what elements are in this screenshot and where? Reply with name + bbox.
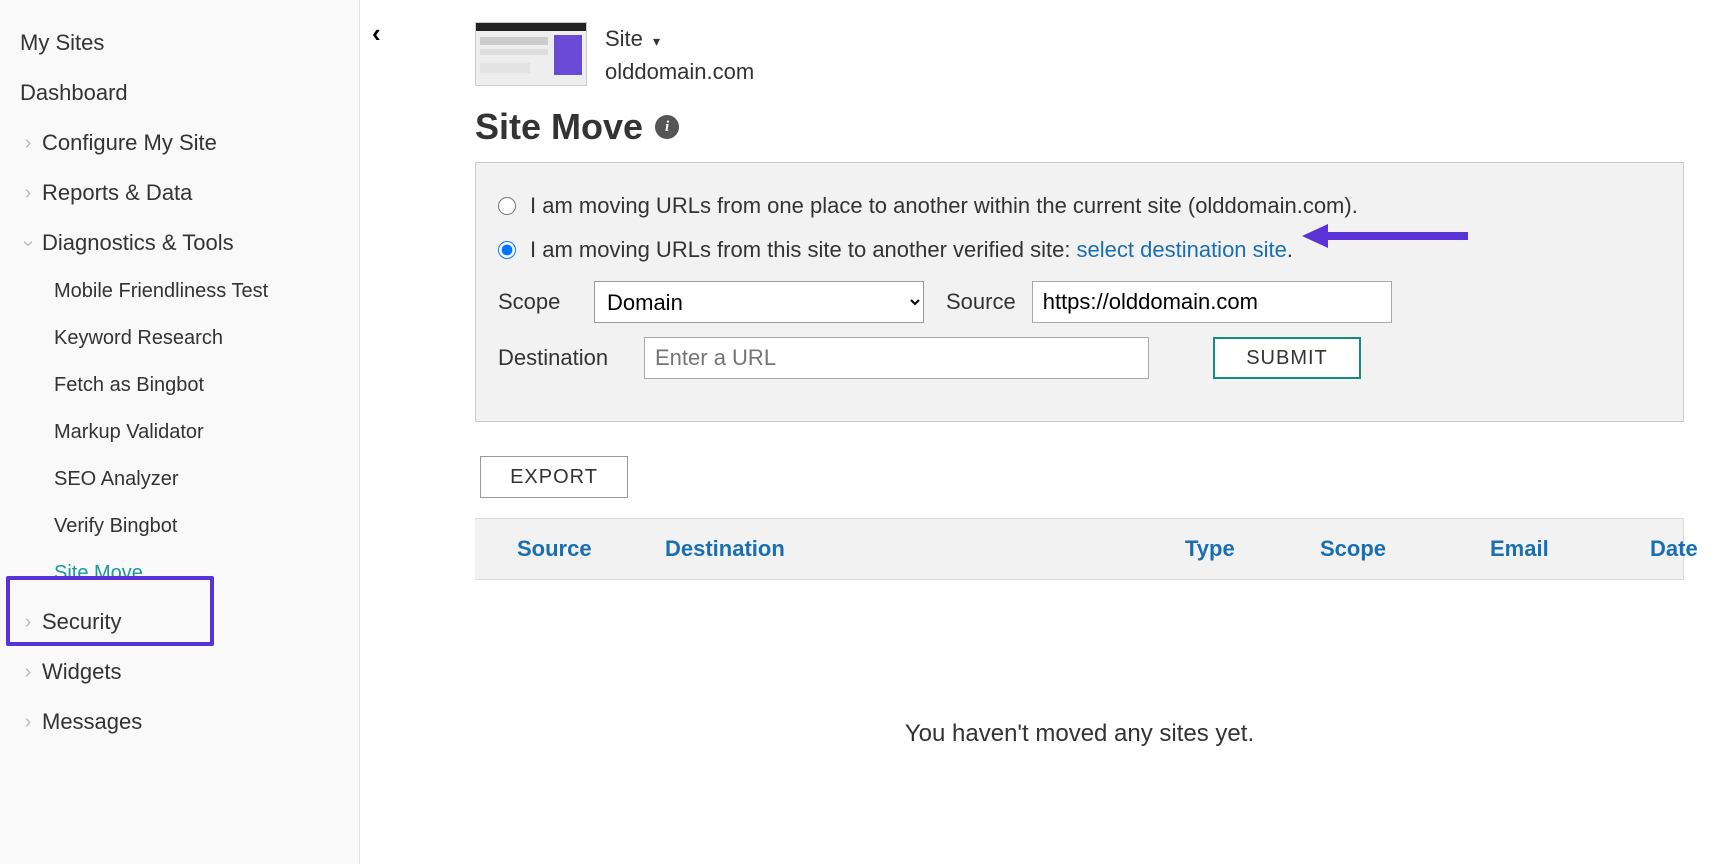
nav-label: Dashboard — [20, 80, 128, 106]
nav-reports[interactable]: › Reports & Data — [0, 168, 359, 218]
sidebar: My Sites Dashboard › Configure My Site ›… — [0, 0, 360, 864]
page-title-text: Site Move — [475, 106, 643, 148]
moves-table-header: Source Destination Type Scope Email Date — [475, 518, 1684, 580]
site-label: Site — [605, 26, 643, 51]
destination-label: Destination — [498, 345, 628, 371]
th-scope[interactable]: Scope — [1320, 536, 1490, 562]
th-source[interactable]: Source — [475, 536, 665, 562]
radio-other-input[interactable] — [498, 241, 516, 259]
nav-label: My Sites — [20, 30, 104, 56]
th-destination[interactable]: Destination — [665, 536, 985, 562]
chevron-down-icon: › — [17, 233, 40, 253]
collapse-sidebar-icon[interactable]: ‹ — [372, 18, 381, 49]
destination-input[interactable] — [644, 337, 1149, 379]
radio-other-site[interactable]: I am moving URLs from this site to anoth… — [498, 237, 1661, 263]
site-move-form: I am moving URLs from one place to anoth… — [475, 162, 1684, 422]
source-input[interactable] — [1032, 281, 1392, 323]
info-icon[interactable]: i — [655, 115, 679, 139]
th-email[interactable]: Email — [1490, 536, 1650, 562]
export-button[interactable]: EXPORT — [480, 456, 628, 498]
period: . — [1287, 237, 1293, 262]
nav-label: Messages — [42, 709, 142, 735]
site-header: Site ▾ olddomain.com — [475, 22, 1684, 88]
nav-verify-bingbot[interactable]: Verify Bingbot — [0, 503, 359, 550]
scope-select[interactable]: Domain — [594, 281, 924, 323]
select-destination-link[interactable]: select destination site — [1077, 237, 1287, 262]
nav-diagnostics[interactable]: › Diagnostics & Tools — [0, 218, 359, 268]
nav-mobile-friendliness[interactable]: Mobile Friendliness Test — [0, 268, 359, 315]
site-domain: olddomain.com — [605, 55, 754, 88]
nav-configure[interactable]: › Configure My Site — [0, 118, 359, 168]
nav-label: Reports & Data — [42, 180, 192, 206]
destination-row: Destination SUBMIT — [498, 337, 1661, 379]
site-meta: Site ▾ olddomain.com — [605, 22, 754, 88]
nav-fetch-bingbot[interactable]: Fetch as Bingbot — [0, 362, 359, 409]
annotation-highlight — [6, 576, 214, 646]
chevron-right-icon: › — [18, 182, 38, 205]
scope-label: Scope — [498, 289, 578, 315]
nav-seo-analyzer[interactable]: SEO Analyzer — [0, 456, 359, 503]
nav-messages[interactable]: › Messages — [0, 697, 359, 747]
radio-other-text: I am moving URLs from this site to anoth… — [530, 237, 1077, 262]
diagnostics-sublist: Mobile Friendliness Test Keyword Researc… — [0, 268, 359, 597]
nav-my-sites[interactable]: My Sites — [0, 18, 359, 68]
th-date[interactable]: Date — [1650, 536, 1698, 562]
nav-label: Widgets — [42, 659, 121, 685]
chevron-right-icon: › — [18, 661, 38, 684]
site-thumbnail[interactable] — [475, 22, 587, 86]
submit-button[interactable]: SUBMIT — [1213, 337, 1361, 379]
site-switcher-caret-icon[interactable]: ▾ — [653, 33, 660, 49]
nav-label: Configure My Site — [42, 130, 217, 156]
chevron-right-icon: › — [18, 132, 38, 155]
radio-other-label: I am moving URLs from this site to anoth… — [530, 237, 1293, 263]
main-content: Site ▾ olddomain.com Site Move i I am mo… — [400, 0, 1714, 748]
radio-within-label: I am moving URLs from one place to anoth… — [530, 193, 1358, 219]
source-label: Source — [946, 289, 1016, 315]
nav-keyword-research[interactable]: Keyword Research — [0, 315, 359, 362]
empty-state-message: You haven't moved any sites yet. — [475, 720, 1684, 748]
nav-widgets[interactable]: › Widgets — [0, 647, 359, 697]
chevron-right-icon: › — [18, 711, 38, 734]
page-title: Site Move i — [475, 106, 1684, 148]
scope-source-row: Scope Domain Source — [498, 281, 1661, 323]
nav-label: Diagnostics & Tools — [42, 230, 234, 256]
th-type[interactable]: Type — [1185, 536, 1320, 562]
annotation-arrow-icon — [1300, 218, 1470, 254]
nav-markup-validator[interactable]: Markup Validator — [0, 409, 359, 456]
nav-dashboard[interactable]: Dashboard — [0, 68, 359, 118]
radio-within-input[interactable] — [498, 197, 516, 215]
radio-within-site[interactable]: I am moving URLs from one place to anoth… — [498, 193, 1661, 219]
